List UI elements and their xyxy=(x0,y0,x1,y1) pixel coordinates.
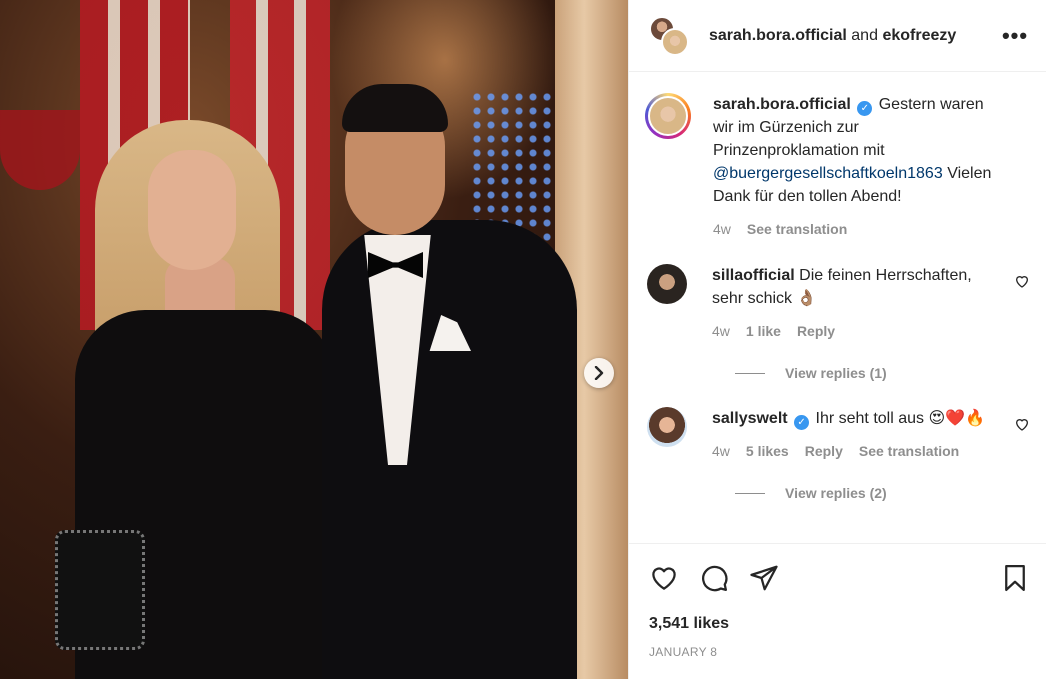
man-tuxedo xyxy=(322,220,577,679)
next-photo-button[interactable] xyxy=(584,358,614,388)
reply-button[interactable]: Reply xyxy=(797,320,835,343)
avatar[interactable] xyxy=(647,407,687,447)
handbag xyxy=(55,530,145,650)
comment: sillaofficial Die feinen Herrschaften, s… xyxy=(647,264,1030,343)
avatar[interactable] xyxy=(647,264,687,304)
post-panel: sarah.bora.official and ekofreezy ••• sa… xyxy=(628,0,1046,679)
comment-body: sillaofficial Die feinen Herrschaften, s… xyxy=(712,264,1030,343)
heart-icon[interactable] xyxy=(1014,273,1030,289)
comments-list: sarah.bora.official ✓ Gestern waren wir … xyxy=(629,73,1046,543)
caption-time: 4w xyxy=(713,221,731,237)
woman-face xyxy=(148,150,236,270)
comment-body: sallyswelt ✓ Ihr seht toll aus 😍❤️🔥 4w 5… xyxy=(712,407,1030,463)
heart-icon[interactable] xyxy=(1014,416,1030,432)
post-date: JANUARY 8 xyxy=(649,645,718,659)
divider xyxy=(735,372,765,374)
caption: sarah.bora.official ✓ Gestern waren wir … xyxy=(645,93,1030,241)
comment-text: Ihr seht toll aus 😍❤️🔥 xyxy=(815,410,985,427)
comment-meta: 4w 5 likes Reply See translation xyxy=(712,440,1004,463)
bookmark-icon[interactable] xyxy=(1000,563,1030,593)
reply-button[interactable]: Reply xyxy=(805,440,843,463)
header-username-1[interactable]: sarah.bora.official xyxy=(709,27,847,44)
comment-username[interactable]: sallyswelt xyxy=(712,410,788,427)
more-icon[interactable]: ••• xyxy=(1000,23,1030,49)
comment-likes[interactable]: 5 likes xyxy=(746,440,789,463)
caption-body: sarah.bora.official ✓ Gestern waren wir … xyxy=(713,93,1030,241)
see-translation-link[interactable]: See translation xyxy=(747,218,847,241)
divider xyxy=(735,492,765,494)
post-photo[interactable] xyxy=(0,0,628,679)
comment-time: 4w xyxy=(712,323,730,339)
likes-count[interactable]: 3,541 likes xyxy=(649,615,1030,633)
action-bar xyxy=(649,544,1030,612)
verified-badge-icon: ✓ xyxy=(794,415,810,430)
heart-icon[interactable] xyxy=(649,563,679,593)
post-header: sarah.bora.official and ekofreezy ••• xyxy=(629,0,1046,72)
comment: sallyswelt ✓ Ihr seht toll aus 😍❤️🔥 4w 5… xyxy=(647,407,1030,463)
header-username-2[interactable]: ekofreezy xyxy=(882,27,956,44)
comment-meta: 4w 1 like Reply xyxy=(712,320,1004,343)
comment-username[interactable]: sillaofficial xyxy=(712,267,795,284)
verified-badge-icon: ✓ xyxy=(857,101,873,116)
avatar xyxy=(661,27,689,56)
view-replies-label: View replies (2) xyxy=(785,485,887,501)
man-hair xyxy=(342,84,448,132)
post-actions: 3,541 likes JANUARY 8 xyxy=(629,543,1046,659)
view-replies-button[interactable]: View replies (1) xyxy=(735,365,1030,381)
share-icon[interactable] xyxy=(749,563,779,593)
chevron-right-icon xyxy=(594,366,604,380)
comment-icon[interactable] xyxy=(699,563,729,593)
avatar-stack[interactable] xyxy=(647,14,691,58)
comment-time: 4w xyxy=(712,443,730,459)
avatar[interactable] xyxy=(645,93,691,139)
comment-likes[interactable]: 1 like xyxy=(746,320,781,343)
caption-username[interactable]: sarah.bora.official xyxy=(713,96,851,113)
view-replies-label: View replies (1) xyxy=(785,365,887,381)
caption-mention[interactable]: @buergergesellschaftkoeln1863 xyxy=(713,165,943,182)
caption-meta: 4w See translation xyxy=(713,218,1004,241)
header-connector: and xyxy=(851,26,878,44)
drape xyxy=(0,110,80,190)
see-translation-link[interactable]: See translation xyxy=(859,440,959,463)
header-usernames: sarah.bora.official and ekofreezy xyxy=(709,27,1000,45)
view-replies-button[interactable]: View replies (2) xyxy=(735,485,1030,501)
